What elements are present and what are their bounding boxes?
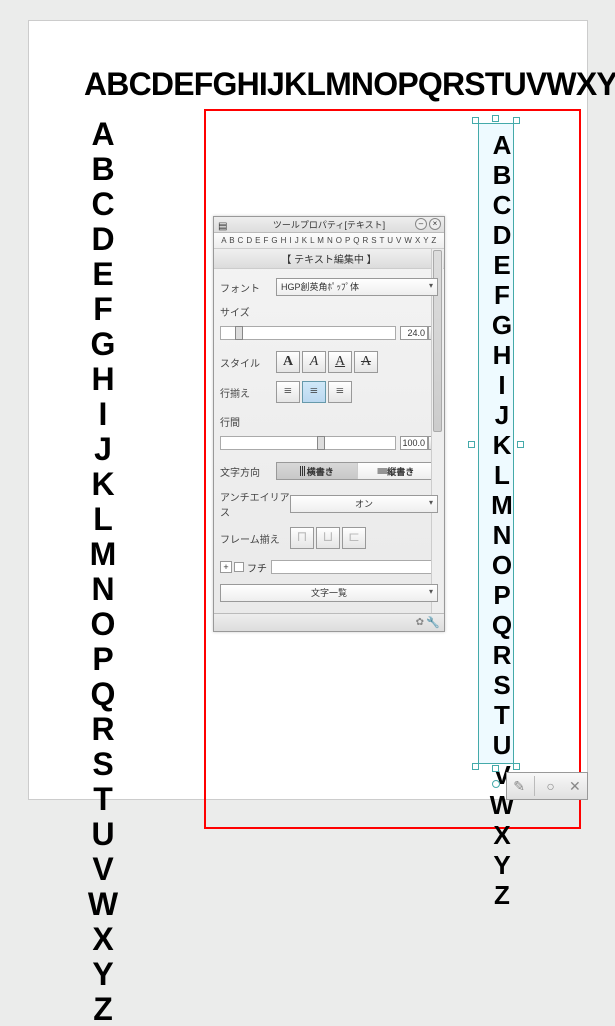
edge-input[interactable] [271, 560, 438, 574]
horizontal-text-sample: ABCDEFGHIJKLMNOPQRSTUVWXYZ [84, 66, 615, 103]
style-strike-button[interactable]: A [354, 351, 378, 373]
handle-bc[interactable] [492, 765, 499, 772]
panel-footer: ✿ 🔧 [214, 613, 444, 631]
scrollbar[interactable] [431, 249, 443, 613]
handle-mr[interactable] [517, 441, 524, 448]
style-underline-button[interactable]: A [328, 351, 352, 373]
spacing-value[interactable]: 100.0 [400, 436, 428, 450]
antialias-label: アンチエイリアス [220, 489, 290, 519]
edge-checkbox[interactable] [234, 562, 244, 572]
align-middle-button[interactable]: ≡ [302, 381, 326, 403]
direction-vertical[interactable]: 縦書き [358, 463, 438, 479]
spacing-label: 行間 [220, 414, 276, 429]
align-top-button[interactable]: ≡ [276, 381, 300, 403]
canvas[interactable]: ABCDEFGHIJKLMNOPQRSTUVWXYZ ABCDEFGHIJKLM… [28, 20, 588, 800]
font-select[interactable]: HGP創英角ﾎﾟｯﾌﾟ体 [276, 278, 438, 296]
separator [534, 776, 535, 796]
edge-label: フチ [247, 560, 267, 575]
spacing-slider[interactable] [220, 436, 396, 450]
handle-br[interactable] [513, 763, 520, 770]
minimize-icon[interactable]: – [415, 218, 427, 230]
rotate-handle[interactable] [492, 780, 500, 788]
expand-edge[interactable]: + [220, 561, 232, 573]
size-value[interactable]: 24.0 [400, 326, 428, 340]
frame-align-label: フレーム揃え [220, 531, 290, 546]
selected-text-object[interactable]: ABCDEFGHIJKLMNOPQRSTUVWXYZ [476, 121, 516, 766]
panel-title: ツールプロパティ[テキスト] [273, 220, 385, 230]
pen-icon[interactable]: ✎ [510, 777, 528, 795]
vertical-text-sample-left: ABCDEFGHIJKLMNOPQRSTUVWXYZ [84, 116, 116, 1026]
menu-icon[interactable]: ▤ [218, 219, 227, 235]
style-bold-button[interactable]: A [276, 351, 300, 373]
align-bottom-button[interactable]: ≡ [328, 381, 352, 403]
style-italic-button[interactable]: A [302, 351, 326, 373]
tool-property-panel: ▤ ツールプロパティ[テキスト] – × A B C D E F G H I J… [213, 216, 445, 632]
cancel-button[interactable]: ✕ [566, 777, 584, 795]
wrench-icon[interactable]: 🔧 [426, 616, 440, 629]
confirm-toolbar: ✎ ○ ✕ [506, 772, 588, 800]
handle-ml[interactable] [468, 441, 475, 448]
handle-tl[interactable] [472, 117, 479, 124]
confirm-button[interactable]: ○ [542, 777, 560, 795]
close-icon[interactable]: × [429, 218, 441, 230]
gear-icon[interactable]: ✿ [416, 617, 424, 628]
size-slider[interactable] [220, 326, 396, 340]
frame-btn-2: ⊔ [316, 527, 340, 549]
selected-vertical-text[interactable]: ABCDEFGHIJKLMNOPQRSTUVWXYZ [478, 123, 514, 764]
font-preview: A B C D E F G H I J K L M N O P Q R S T … [214, 233, 444, 248]
size-label: サイズ [220, 304, 276, 319]
handle-tc[interactable] [492, 115, 499, 122]
style-label: スタイル [220, 355, 276, 370]
handle-bl[interactable] [472, 763, 479, 770]
editing-status: 【 テキスト編集中 】 [214, 248, 444, 269]
direction-horizontal[interactable]: 横書き [277, 463, 358, 479]
frame-btn-3: ⊏ [342, 527, 366, 549]
antialias-select[interactable]: オン [290, 495, 438, 513]
panel-titlebar[interactable]: ▤ ツールプロパティ[テキスト] – × [214, 217, 444, 233]
handle-tr[interactable] [513, 117, 520, 124]
direction-label: 文字方向 [220, 464, 276, 479]
font-label: フォント [220, 280, 276, 295]
align-label: 行揃え [220, 385, 276, 400]
frame-btn-1: ⊓ [290, 527, 314, 549]
direction-toggle[interactable]: 横書き 縦書き [276, 462, 438, 480]
char-list-select[interactable]: 文字一覧 [220, 584, 438, 602]
